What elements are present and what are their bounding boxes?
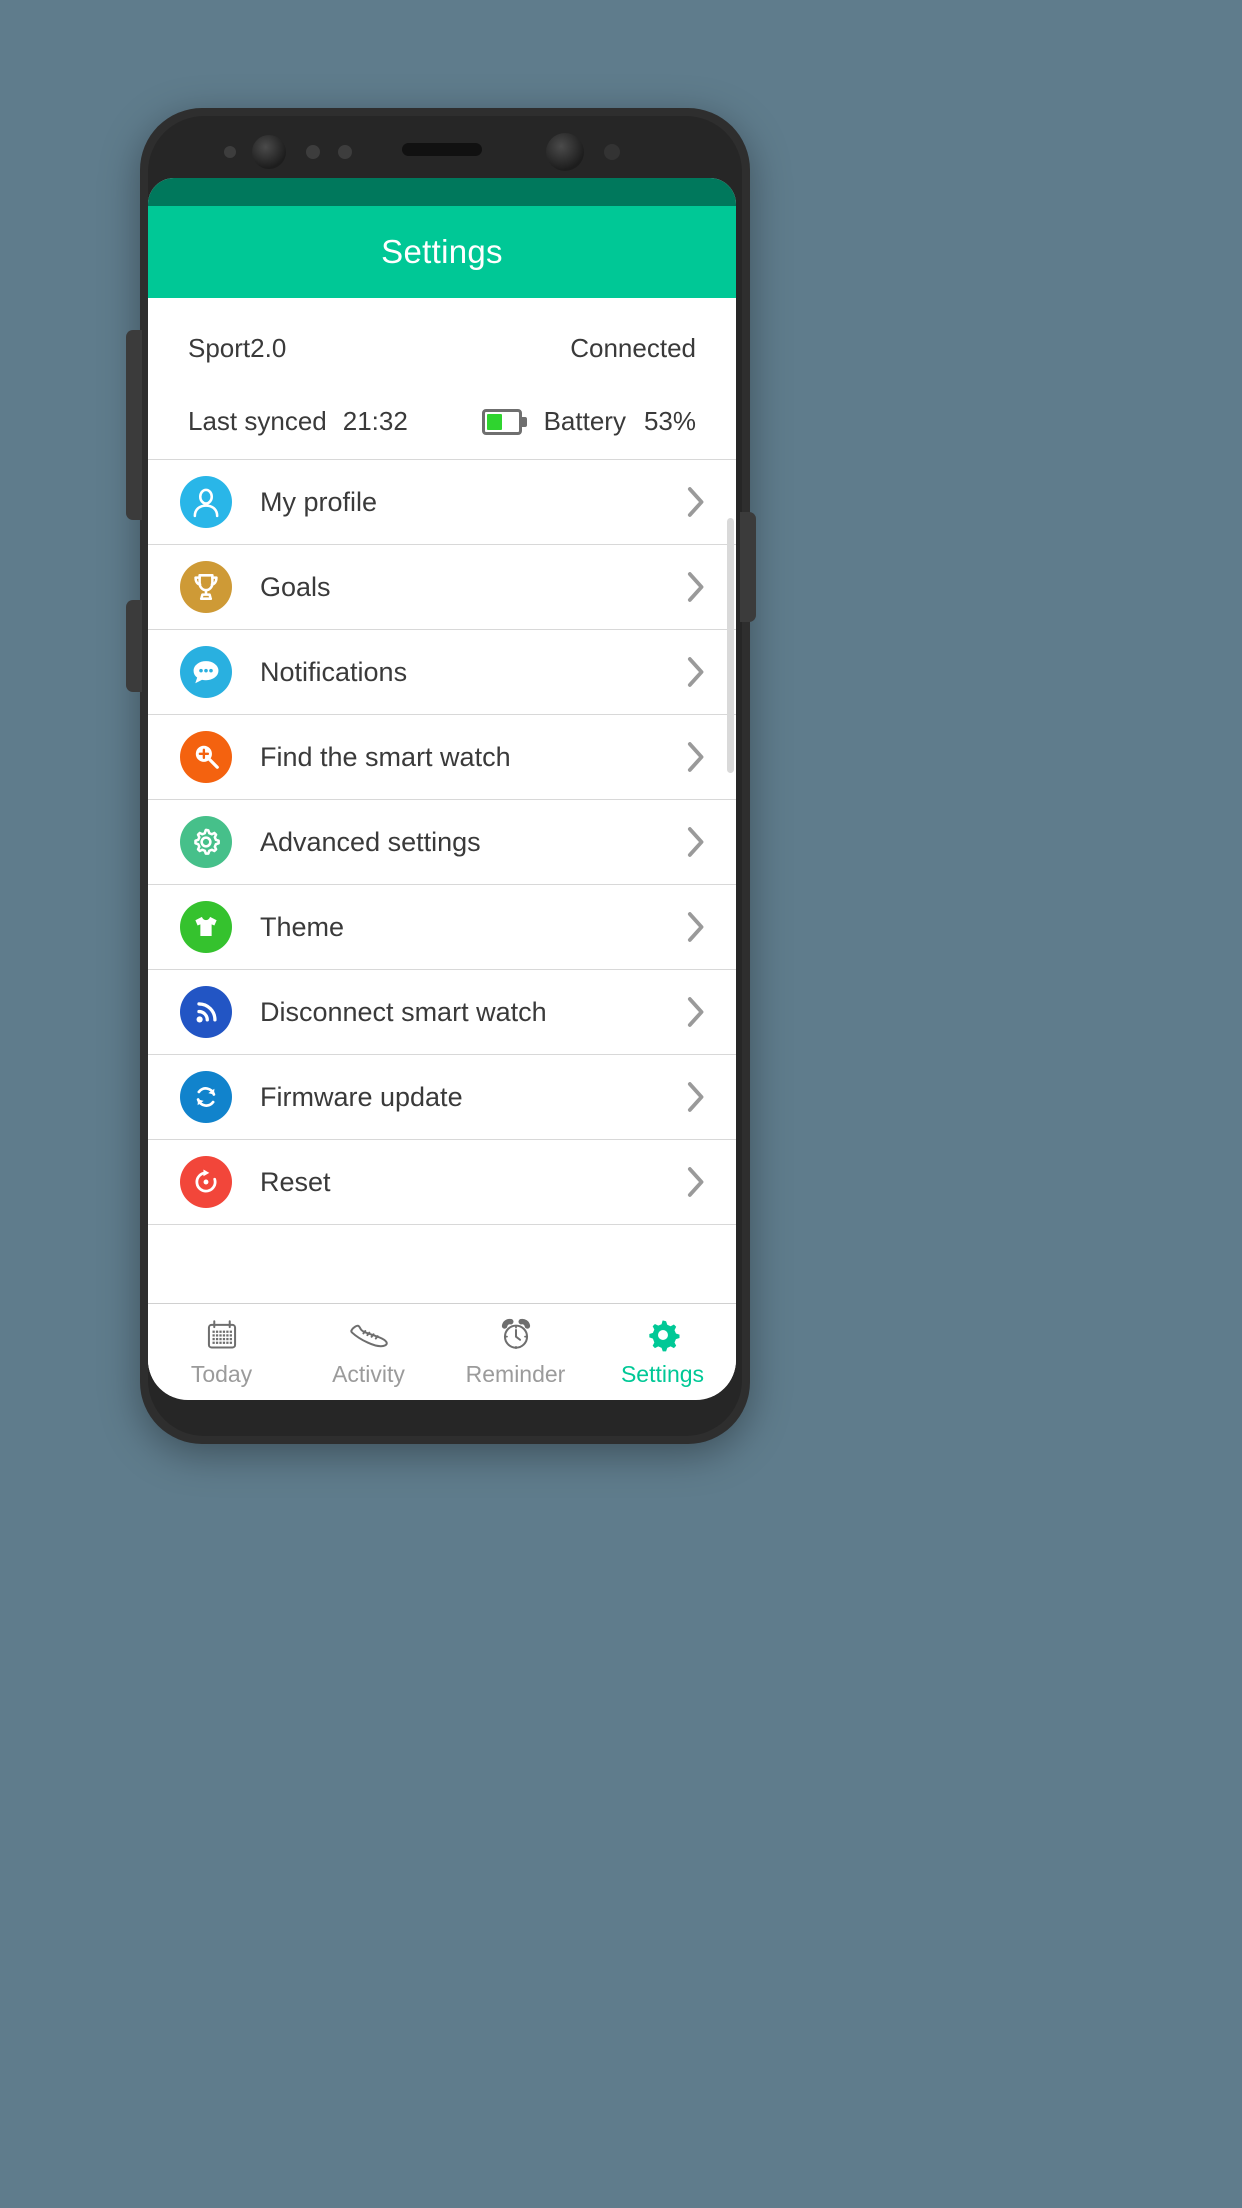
phone-screen: Settings Sport2.0 Connected Last synced … <box>148 178 736 1400</box>
battery-percent: 53% <box>643 406 696 436</box>
settings-row-label: Firmware update <box>260 1081 463 1112</box>
tab-label: Settings <box>620 1361 705 1387</box>
gear-icon <box>180 816 232 868</box>
chevron-right-icon <box>686 486 706 518</box>
volume-down-button[interactable] <box>126 600 142 692</box>
screenshot-stage: Settings Sport2.0 Connected Last synced … <box>0 0 1242 2208</box>
list-bottom-spacer <box>148 1224 736 1303</box>
tab-settings[interactable]: Settings <box>589 1304 736 1396</box>
last-synced-time: 21:32 <box>342 406 408 436</box>
tab-today[interactable]: Today <box>148 1304 295 1396</box>
tshirt-icon <box>180 901 232 953</box>
settings-row-label: My profile <box>260 486 378 517</box>
chevron-right-icon <box>686 656 706 688</box>
iris-scanner-icon <box>546 133 584 171</box>
chevron-right-icon <box>686 996 706 1028</box>
chat-bubble-icon <box>180 646 232 698</box>
device-sync-row: Last synced 21:32 Battery 53% <box>148 384 736 459</box>
sync-arrows-icon <box>180 1071 232 1123</box>
sensor-dot-icon <box>224 146 236 158</box>
settings-row-advanced-settings[interactable]: Advanced settings <box>148 799 736 884</box>
settings-row-reset[interactable]: Reset <box>148 1139 736 1224</box>
device-status-row: Sport2.0 Connected <box>148 298 736 384</box>
device-summary-panel: Sport2.0 Connected Last synced 21:32 Bat… <box>148 298 736 459</box>
settings-row-label: Theme <box>260 911 345 942</box>
settings-row-label: Disconnect smart watch <box>260 996 547 1027</box>
tab-reminder[interactable]: Reminder <box>442 1304 589 1396</box>
settings-row-label: Advanced settings <box>260 826 481 857</box>
signal-waves-icon <box>180 986 232 1038</box>
settings-row-goals[interactable]: Goals <box>148 544 736 629</box>
front-camera-icon <box>252 135 286 169</box>
settings-row-label: Notifications <box>260 656 408 687</box>
chevron-right-icon <box>686 1166 706 1198</box>
connection-status: Connected <box>570 332 696 363</box>
chevron-right-icon <box>686 741 706 773</box>
battery-group: Battery 53% <box>481 406 696 437</box>
device-name: Sport2.0 <box>188 332 287 363</box>
app-bar: Settings <box>148 206 736 298</box>
tab-label: Reminder <box>465 1361 566 1387</box>
alarm-clock-icon <box>497 1312 535 1354</box>
search-plus-icon <box>180 731 232 783</box>
volume-up-button[interactable] <box>126 330 142 520</box>
tab-label: Activity <box>332 1361 405 1387</box>
sensor-dot-icon <box>306 145 320 159</box>
reset-circle-icon <box>180 1156 232 1208</box>
settings-row-notifications[interactable]: Notifications <box>148 629 736 714</box>
chevron-right-icon <box>686 911 706 943</box>
proximity-sensor-icon <box>604 144 620 160</box>
settings-list: My profile Goals Notifications Find the sma… <box>148 459 736 1224</box>
scrollbar[interactable] <box>727 518 734 773</box>
chevron-right-icon <box>686 826 706 858</box>
page-title: Settings <box>381 233 503 270</box>
chevron-right-icon <box>686 571 706 603</box>
settings-row-label: Reset <box>260 1166 331 1197</box>
chevron-right-icon <box>686 1081 706 1113</box>
settings-row-label: Goals <box>260 571 331 602</box>
person-icon <box>180 476 232 528</box>
last-synced-label: Last synced <box>188 406 327 436</box>
earpiece-speaker-icon <box>402 143 482 156</box>
gear-icon <box>644 1312 682 1354</box>
settings-row-theme[interactable]: Theme <box>148 884 736 969</box>
settings-row-label: Find the smart watch <box>260 741 511 772</box>
battery-label: Battery <box>543 406 626 436</box>
tab-activity[interactable]: Activity <box>295 1304 442 1396</box>
tab-label: Today <box>190 1361 253 1387</box>
sensor-dot-icon <box>338 145 352 159</box>
battery-icon <box>481 408 528 435</box>
settings-row-disconnect-smart-watch[interactable]: Disconnect smart watch <box>148 969 736 1054</box>
bottom-tab-bar: Today Activity Reminder Settings <box>148 1303 736 1396</box>
settings-row-firmware-update[interactable]: Firmware update <box>148 1054 736 1139</box>
power-button[interactable] <box>740 512 756 622</box>
settings-row-my-profile[interactable]: My profile <box>148 459 736 544</box>
settings-row-find-the-smart-watch[interactable]: Find the smart watch <box>148 714 736 799</box>
trophy-icon <box>180 561 232 613</box>
shoe-icon <box>348 1312 390 1354</box>
status-bar <box>148 178 736 206</box>
calendar-icon <box>203 1312 241 1354</box>
